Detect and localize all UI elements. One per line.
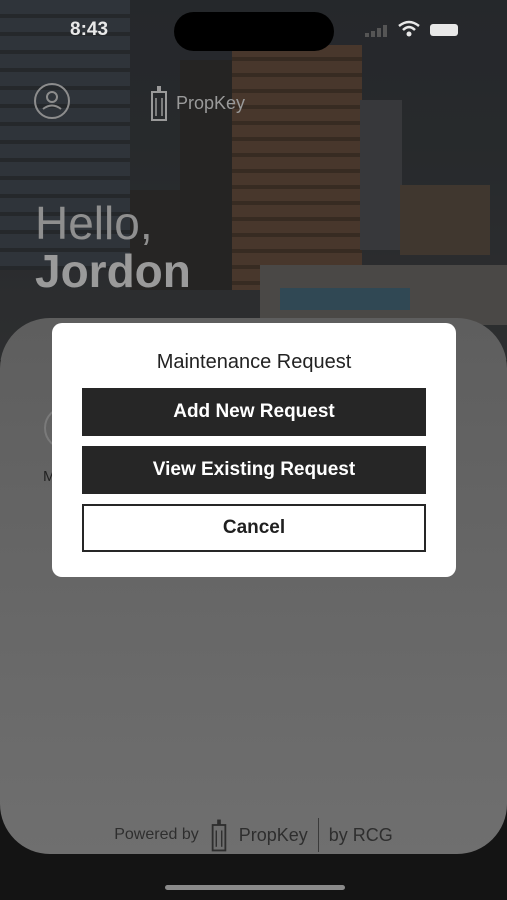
dynamic-island <box>174 12 334 51</box>
footer-logo-text: PropKey <box>238 824 308 845</box>
greeting-hello: Hello, <box>35 197 153 249</box>
greeting: Hello, Jordon <box>35 200 191 294</box>
battery-icon <box>430 24 458 36</box>
view-existing-request-button[interactable]: View Existing Request <box>82 446 426 494</box>
header-logo: PropKey <box>148 84 245 122</box>
status-time: 8:43 <box>70 19 109 40</box>
cancel-button[interactable]: Cancel <box>82 504 426 552</box>
greeting-name: Jordon <box>35 245 191 297</box>
propkey-building-icon <box>211 819 226 852</box>
propkey-building-icon <box>151 86 167 121</box>
footer-divider <box>317 818 319 852</box>
footer-powered-by: Powered by PropKey by RCG <box>0 816 507 854</box>
footer-powered-label: Powered by <box>114 826 199 843</box>
add-new-request-button[interactable]: Add New Request <box>82 388 426 436</box>
home-indicator[interactable] <box>165 885 345 890</box>
person-circle-icon[interactable] <box>33 82 71 120</box>
status-bar: 8:43 <box>0 0 507 60</box>
header-logo-text: PropKey <box>176 92 246 113</box>
footer-by-label: by RCG <box>328 824 393 845</box>
signal-icon <box>365 25 387 37</box>
dialog-title: Maintenance Request <box>156 351 352 373</box>
wifi-icon <box>398 20 420 37</box>
maintenance-request-dialog: Maintenance Request Add New Request View… <box>52 323 456 577</box>
